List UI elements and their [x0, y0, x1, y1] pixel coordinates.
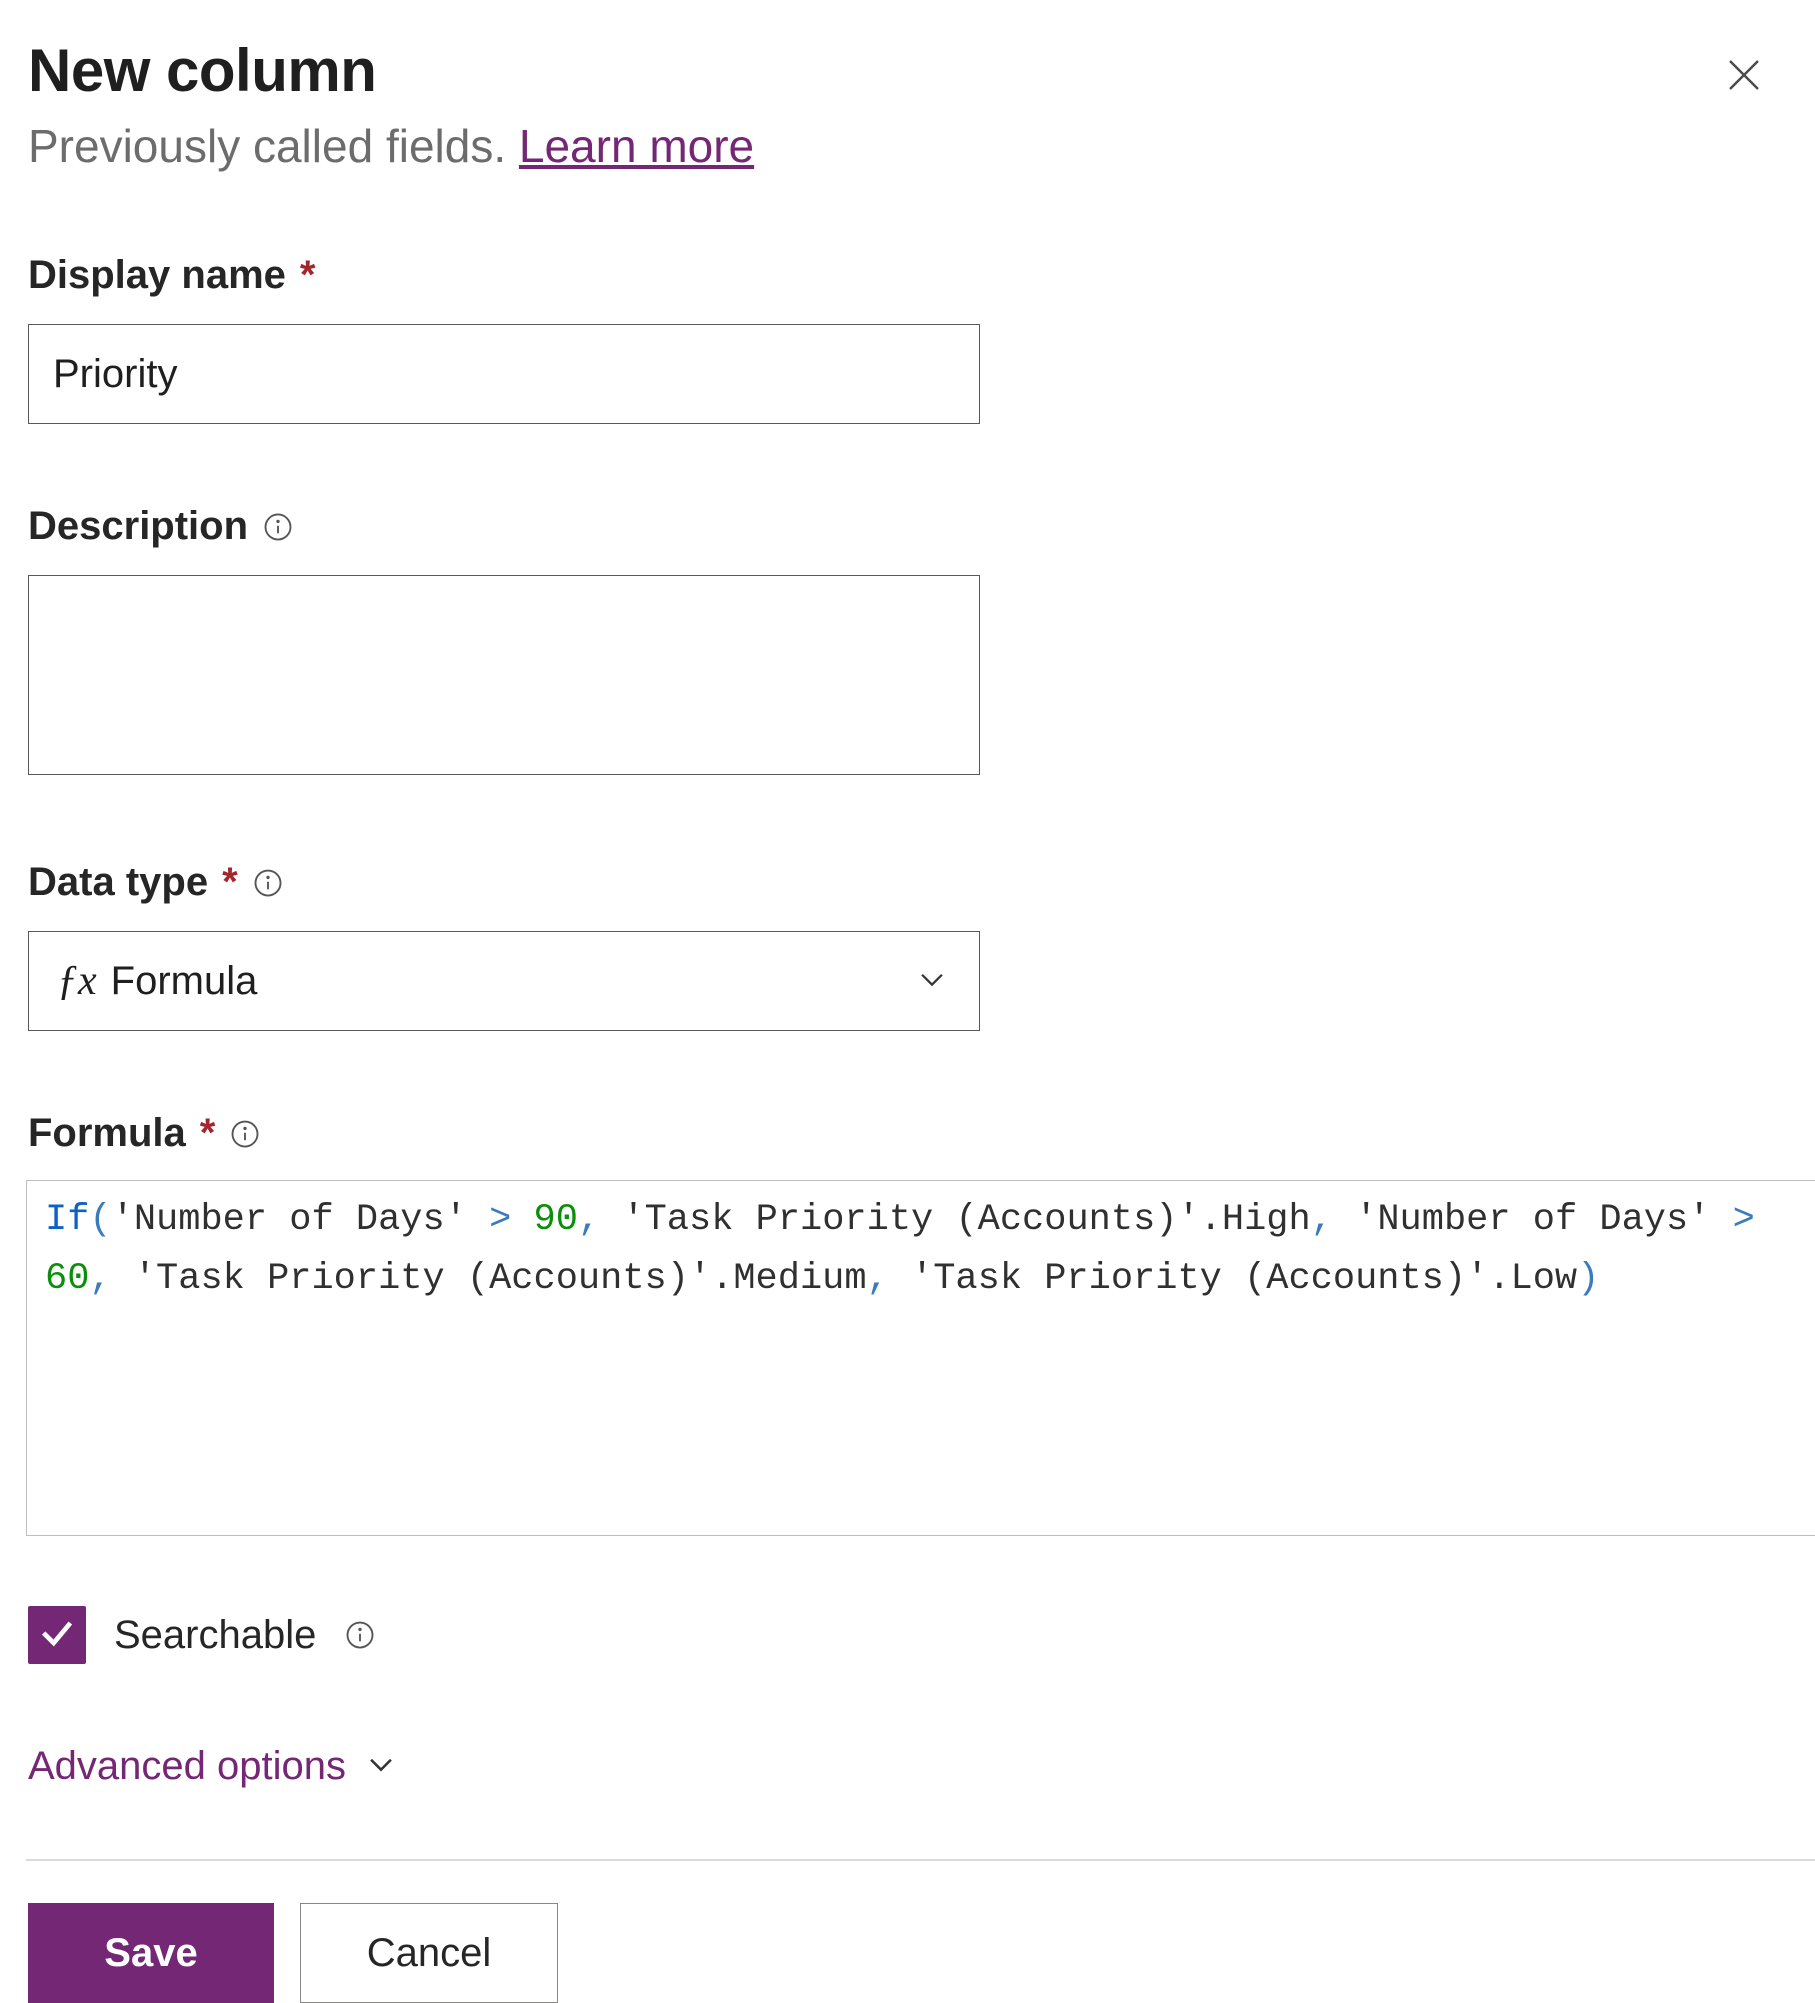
info-icon[interactable] — [229, 1118, 261, 1150]
data-type-label-text: Data type — [28, 860, 208, 905]
formula-token: 'Task Priority (Accounts)'.High — [600, 1199, 1311, 1241]
panel-footer: Save Cancel — [26, 1859, 1815, 2003]
description-textarea[interactable] — [28, 575, 980, 775]
formula-token: 'Task Priority (Accounts)'.Low — [889, 1258, 1577, 1300]
panel-title: New column — [28, 36, 376, 105]
formula-token: > — [1733, 1199, 1755, 1241]
advanced-options-toggle[interactable]: Advanced options — [28, 1744, 1795, 1789]
formula-token: , — [578, 1199, 600, 1241]
required-asterisk: * — [222, 860, 238, 905]
formula-token: 60 — [45, 1258, 89, 1300]
learn-more-link[interactable]: Learn more — [519, 120, 754, 172]
formula-token: 'Task Priority (Accounts)'.Medium — [112, 1258, 867, 1300]
formula-token: , — [867, 1258, 889, 1300]
subtitle-text: Previously called fields. — [28, 120, 519, 172]
advanced-options-label: Advanced options — [28, 1744, 346, 1789]
searchable-checkbox[interactable] — [28, 1606, 86, 1664]
description-label: Description — [28, 504, 1795, 549]
data-type-value: Formula — [111, 959, 915, 1004]
chevron-down-icon — [364, 1747, 398, 1786]
description-label-text: Description — [28, 504, 248, 549]
formula-token: If — [45, 1199, 89, 1241]
required-asterisk: * — [200, 1111, 216, 1156]
formula-label-text: Formula — [28, 1111, 186, 1156]
formula-token: 90 — [534, 1199, 578, 1241]
formula-token: ) — [1577, 1258, 1599, 1300]
formula-token: , — [89, 1258, 111, 1300]
formula-fx-icon: ƒx — [57, 957, 97, 1005]
formula-token: 'Number of Days' — [112, 1199, 489, 1241]
formula-token: ( — [89, 1199, 111, 1241]
display-name-label-text: Display name — [28, 253, 286, 298]
info-icon[interactable] — [262, 511, 294, 543]
searchable-label: Searchable — [114, 1613, 316, 1658]
save-button[interactable]: Save — [28, 1903, 274, 2003]
formula-token: 'Number of Days' — [1333, 1199, 1733, 1241]
close-button[interactable] — [1713, 44, 1775, 109]
display-name-label: Display name * — [28, 253, 1795, 298]
info-icon[interactable] — [252, 867, 284, 899]
formula-editor[interactable]: If('Number of Days' > 90, 'Task Priority… — [26, 1180, 1815, 1536]
data-type-label: Data type * — [28, 860, 1795, 905]
formula-token — [511, 1199, 533, 1241]
close-icon — [1723, 84, 1765, 99]
data-type-select[interactable]: ƒx Formula — [28, 931, 980, 1031]
required-asterisk: * — [300, 253, 316, 298]
info-icon[interactable] — [344, 1619, 376, 1651]
formula-label: Formula * — [28, 1111, 1795, 1156]
cancel-button[interactable]: Cancel — [300, 1903, 558, 2003]
chevron-down-icon — [915, 962, 949, 1001]
checkmark-icon — [37, 1613, 77, 1658]
formula-token: > — [489, 1199, 511, 1241]
panel-subtitle: Previously called fields. Learn more — [28, 119, 1795, 173]
display-name-input[interactable] — [28, 324, 980, 424]
formula-token — [1755, 1199, 1777, 1241]
formula-token: , — [1311, 1199, 1333, 1241]
